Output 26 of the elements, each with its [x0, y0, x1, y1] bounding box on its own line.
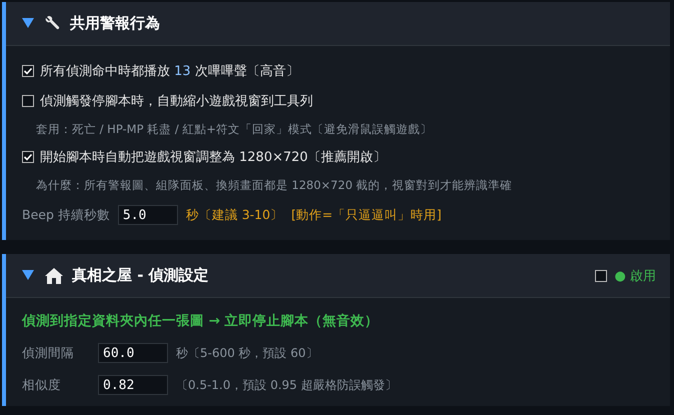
input-field[interactable]: 0.82: [98, 375, 168, 395]
field-label: 相似度: [22, 376, 62, 394]
section-description: 偵測到指定資料夾內任一張圖 → 立即停止腳本（無音效）: [22, 312, 380, 331]
option-label: 偵測觸發停腳本時，自動縮小遊戲視窗到工具列: [40, 93, 313, 110]
panel-header[interactable]: 真相之屋 - 偵測設定 ● 啟用: [6, 254, 670, 298]
hint-text: 秒〔5-600 秒，預設 60〕: [176, 344, 318, 362]
panel-header[interactable]: 共用警報行為: [6, 2, 670, 46]
field-label: 偵測間隔: [22, 344, 75, 362]
field-label: Beep 持續秒數: [22, 206, 110, 224]
checkbox[interactable]: [22, 151, 34, 163]
panel-title: 共用警報行為: [70, 14, 160, 33]
usage-note: [動作=「只逼逼叫」時用]: [291, 206, 442, 224]
hint-text: 〔0.5-1.0，預設 0.95 超嚴格防誤觸發〕: [176, 376, 397, 394]
checkbox[interactable]: [594, 270, 607, 282]
note-text: 套用：死亡 / HP-MP 耗盡 / 紅點+符文「回家」模式〔避免滑鼠誤觸遊戲〕: [35, 121, 433, 138]
hint-text: 秒〔建議 3-10〕: [186, 206, 284, 224]
panel-title: 真相之屋 - 偵測設定: [72, 266, 209, 285]
house-icon: [44, 266, 64, 284]
option-label: 所有偵測命中時都播放 13 次嗶嗶聲〔高音〕: [40, 63, 299, 80]
input-field[interactable]: 5.0: [118, 205, 178, 225]
checkbox[interactable]: [22, 65, 34, 77]
option-label: 開始腳本時自動把遊戲視窗調整為 1280×720〔推薦開啟〕: [40, 149, 386, 166]
checkbox[interactable]: [22, 95, 34, 107]
note-text: 為什麼：所有警報圖、組隊面板、換頻畫面都是 1280×720 截的，視窗對到才能辨識準確: [35, 177, 514, 194]
enable-label: ● 啟用: [614, 268, 656, 284]
input-field[interactable]: 60.0: [98, 343, 168, 363]
